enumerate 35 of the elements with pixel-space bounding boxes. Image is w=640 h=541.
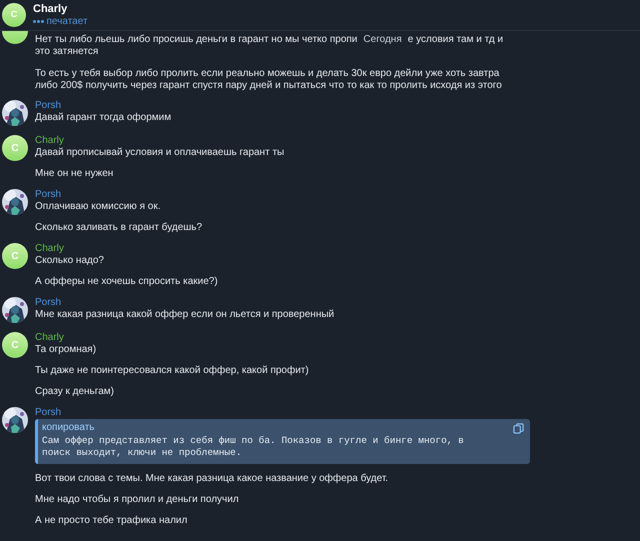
- message-text: Мне какая разница какой оффер если он льется и проверенный: [35, 309, 336, 321]
- chat-status: печатает: [46, 16, 88, 28]
- sender-name[interactable]: Charly: [35, 332, 640, 344]
- message-text: Сколько заливать в гарант будешь?: [35, 222, 204, 234]
- code-text: Сам оффер представляет из себя фиш по ба. Показов в гугле и бинге много, в поиск выходит, ключи не проблемные.: [42, 435, 465, 460]
- sender-name[interactable]: Porsh: [35, 407, 640, 419]
- avatar: C: [2, 135, 28, 161]
- typing-dots-icon: [33, 20, 44, 23]
- avatar: C: [2, 243, 28, 269]
- copy-icon[interactable]: [513, 422, 524, 434]
- sender-name[interactable]: Porsh: [35, 189, 640, 201]
- message-text: Нет ты либо льешь либо просишь деньги в гарант но мы четко пропи: [35, 34, 358, 46]
- sender-name[interactable]: Charly: [35, 243, 640, 255]
- sender-name[interactable]: Charly: [35, 135, 640, 147]
- message-text: Сразу к деньгам): [35, 386, 115, 398]
- message-text: То есть у тебя выбор либо пролить если реально можешь и делать 30к евро дейли уже хоть завтра либо 200$ получить через гарант спустя пару дней и пытаться что то как то пролить исходя из этого: [35, 68, 503, 92]
- message-text: Вот твои слова с темы. Мне какая разница какое название у оффера будет.: [35, 473, 390, 485]
- message-text: Давай прописывай условия и оплачиваешь гарант ты: [35, 147, 286, 159]
- message-text: А офферы не хочешь спросить какие?): [35, 276, 219, 288]
- message-text: это затянется: [35, 46, 100, 58]
- message-text: А не просто тебе трафика налил: [35, 515, 188, 527]
- message-text: Мне он не нужен: [35, 168, 114, 180]
- avatar: C: [2, 332, 28, 358]
- message-text: Оплачиваю комиссию я ок.: [35, 201, 162, 213]
- header-avatar: C: [2, 3, 26, 27]
- chat-title: Charly: [33, 2, 68, 16]
- message-text: Сколько надо?: [35, 255, 105, 267]
- message-text: е условия там и тд и: [408, 34, 504, 46]
- message-text: Та огромная): [35, 344, 98, 356]
- message-text: Давай гарант тогда оформим: [35, 112, 172, 124]
- message-text: Ты даже не поинтересовался какой оффер, какой профит): [35, 365, 310, 377]
- sender-name[interactable]: Porsh: [35, 100, 640, 112]
- sender-name[interactable]: Porsh: [35, 297, 640, 309]
- copy-link[interactable]: копировать: [42, 421, 95, 435]
- message-text: Мне надо чтобы я пролил и деньги получил: [35, 494, 240, 506]
